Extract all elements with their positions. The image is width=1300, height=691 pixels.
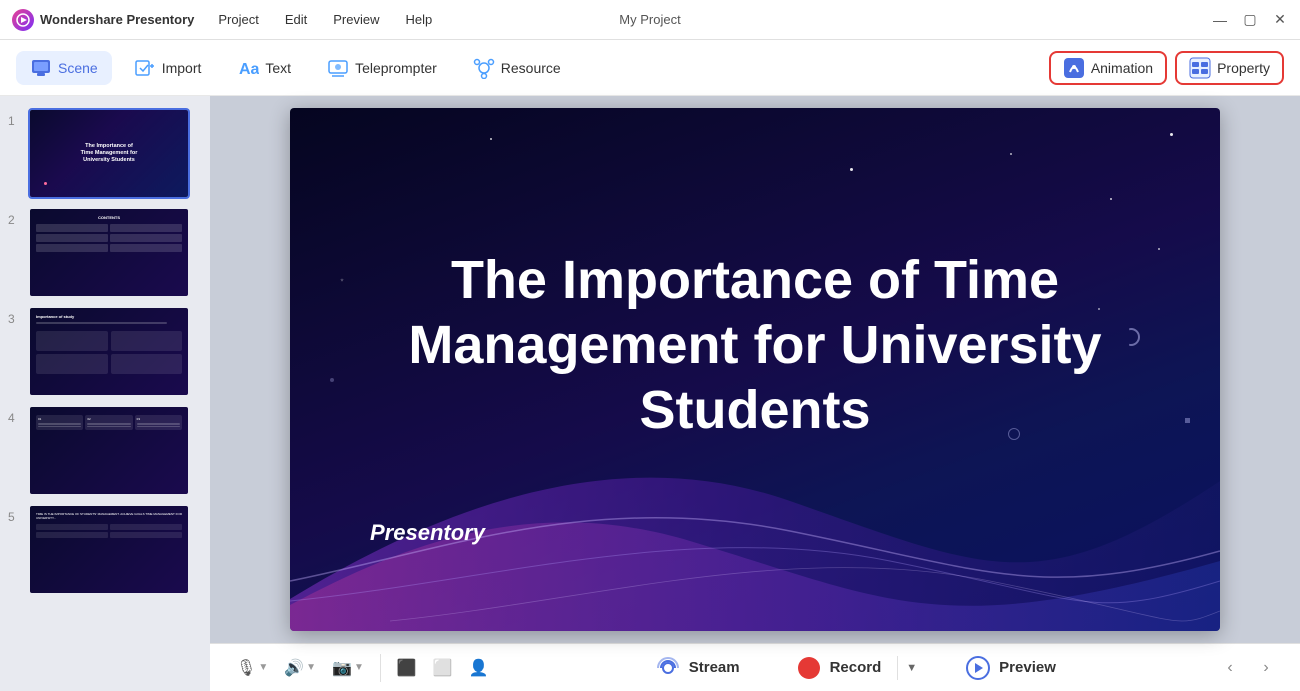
screen-button[interactable]: ⬛ xyxy=(391,654,423,682)
teleprompter-button[interactable]: Teleprompter xyxy=(313,51,451,85)
slide-thumb-4[interactable]: 01 02 03 xyxy=(28,405,190,496)
microphone-icon: 🎙 xyxy=(236,658,256,678)
slide-thumb-3[interactable]: Importance of study xyxy=(28,306,190,397)
menu-project[interactable]: Project xyxy=(214,10,262,29)
record-dropdown-button[interactable]: ▼ xyxy=(897,656,925,680)
slide2-header: CONTENTS xyxy=(36,215,182,220)
scene-button[interactable]: Scene xyxy=(16,51,112,85)
slide-number-2: 2 xyxy=(8,207,22,227)
import-label: Import xyxy=(162,60,202,76)
menu-help[interactable]: Help xyxy=(402,10,437,29)
project-title: My Project xyxy=(619,12,680,27)
text-button[interactable]: Aa Text xyxy=(223,51,305,85)
menu-bar: Project Edit Preview Help xyxy=(214,10,436,29)
pip-button[interactable]: ⬜ xyxy=(427,654,459,682)
separator-1 xyxy=(380,654,381,682)
record-label: Record xyxy=(830,659,882,676)
logo-icon xyxy=(12,9,34,31)
slide-item-3[interactable]: 3 Importance of study xyxy=(0,302,210,401)
slide-thumb-1[interactable]: The Importance ofTime Management forUniv… xyxy=(28,108,190,199)
slide-item-2[interactable]: 2 CONTENTS xyxy=(0,203,210,302)
import-icon xyxy=(134,57,156,79)
scene-label: Scene xyxy=(58,60,98,76)
bottom-tools: 🎙 ▼ 🔊 ▼ 📷 ▼ ⬛ ⬜ 👤 xyxy=(230,654,495,682)
camera-button[interactable]: 📷 ▼ xyxy=(326,654,370,682)
teleprompter-icon xyxy=(327,57,349,79)
slide-number-3: 3 xyxy=(8,306,22,326)
preview-icon xyxy=(965,655,991,681)
animation-label: Animation xyxy=(1091,60,1153,76)
import-button[interactable]: Import xyxy=(120,51,216,85)
avatar-icon: 👤 xyxy=(469,658,489,678)
slide3-title: Importance of study xyxy=(36,314,182,319)
toolbar: Scene Import Aa Text Teleprompter Resour… xyxy=(0,40,1300,96)
slide-number-4: 4 xyxy=(8,405,22,425)
maximize-button[interactable]: ▢ xyxy=(1242,12,1258,28)
canvas-wrapper: The Importance of Time Management for Un… xyxy=(210,96,1300,643)
menu-preview[interactable]: Preview xyxy=(329,10,383,29)
property-label: Property xyxy=(1217,60,1270,76)
app-name: Wondershare Presentory xyxy=(40,12,194,27)
titlebar: Wondershare Presentory Project Edit Prev… xyxy=(0,0,1300,40)
svg-text:Aa: Aa xyxy=(239,61,259,78)
stream-button[interactable]: Stream xyxy=(639,649,756,687)
camera-icon: 📷 xyxy=(332,658,352,678)
scene-icon xyxy=(30,57,52,79)
resource-label: Resource xyxy=(501,60,561,76)
slide-canvas: The Importance of Time Management for Un… xyxy=(290,108,1220,631)
property-button[interactable]: Property xyxy=(1175,51,1284,85)
slide1-dot xyxy=(44,182,47,185)
record-group: Record ▼ xyxy=(780,649,926,687)
speaker-button[interactable]: 🔊 ▼ xyxy=(278,654,322,682)
next-button[interactable]: › xyxy=(1252,654,1280,682)
slide-item-4[interactable]: 4 01 02 03 xyxy=(0,401,210,500)
animation-button[interactable]: Animation xyxy=(1049,51,1167,85)
slide-main-title: The Importance of Time Management for Un… xyxy=(370,248,1140,442)
slide-thumb-5[interactable]: TIME IS THE IMPORTANCE OF STUDENTS' MANA… xyxy=(28,504,190,595)
app-logo: Wondershare Presentory xyxy=(12,9,194,31)
slide2-grid xyxy=(36,224,182,252)
avatar-button[interactable]: 👤 xyxy=(463,654,495,682)
window-controls: — ▢ ✕ xyxy=(1212,12,1288,28)
slide-number-1: 1 xyxy=(8,108,22,128)
speaker-dropdown-arrow: ▼ xyxy=(306,662,316,673)
slide-panel: 1 The Importance ofTime Management forUn… xyxy=(0,96,210,691)
main-layout: 1 The Importance ofTime Management forUn… xyxy=(0,96,1300,691)
stream-label: Stream xyxy=(689,659,740,676)
slide1-thumb-title: The Importance ofTime Management forUniv… xyxy=(81,143,138,164)
prev-button[interactable]: ‹ xyxy=(1216,654,1244,682)
speaker-icon: 🔊 xyxy=(284,658,304,678)
property-icon xyxy=(1189,57,1211,79)
mic-dropdown-arrow: ▼ xyxy=(258,662,268,673)
slide-subtitle: Presentory xyxy=(370,520,485,546)
slide-item-1[interactable]: 1 The Importance ofTime Management forUn… xyxy=(0,104,210,203)
resource-icon xyxy=(473,57,495,79)
record-dropdown-icon: ▼ xyxy=(906,662,917,674)
animation-icon xyxy=(1063,57,1085,79)
teleprompter-label: Teleprompter xyxy=(355,60,437,76)
camera-dropdown-arrow: ▼ xyxy=(354,662,364,673)
preview-button[interactable]: Preview xyxy=(949,649,1072,687)
bottom-nav: ‹ › xyxy=(1216,654,1280,682)
slide5-title: TIME IS THE IMPORTANCE OF STUDENTS' MANA… xyxy=(36,512,182,520)
slide-item-5[interactable]: 5 TIME IS THE IMPORTANCE OF STUDENTS' MA… xyxy=(0,500,210,599)
menu-edit[interactable]: Edit xyxy=(281,10,311,29)
screen-icon: ⬛ xyxy=(397,658,417,678)
stream-icon xyxy=(655,655,681,681)
bottom-center-actions: Stream Record ▼ xyxy=(639,649,1072,687)
close-button[interactable]: ✕ xyxy=(1272,12,1288,28)
resource-button[interactable]: Resource xyxy=(459,51,575,85)
text-icon: Aa xyxy=(237,57,259,79)
slide-thumb-2[interactable]: CONTENTS xyxy=(28,207,190,298)
bottom-bar: 🎙 ▼ 🔊 ▼ 📷 ▼ ⬛ ⬜ 👤 xyxy=(210,643,1300,691)
pip-icon: ⬜ xyxy=(433,658,453,678)
canvas-area: The Importance of Time Management for Un… xyxy=(210,96,1300,691)
record-icon xyxy=(796,655,822,681)
microphone-button[interactable]: 🎙 ▼ xyxy=(230,654,274,682)
text-label: Text xyxy=(265,60,291,76)
record-button[interactable]: Record xyxy=(780,649,898,687)
preview-label: Preview xyxy=(999,659,1056,676)
slide-number-5: 5 xyxy=(8,504,22,524)
minimize-button[interactable]: — xyxy=(1212,12,1228,28)
